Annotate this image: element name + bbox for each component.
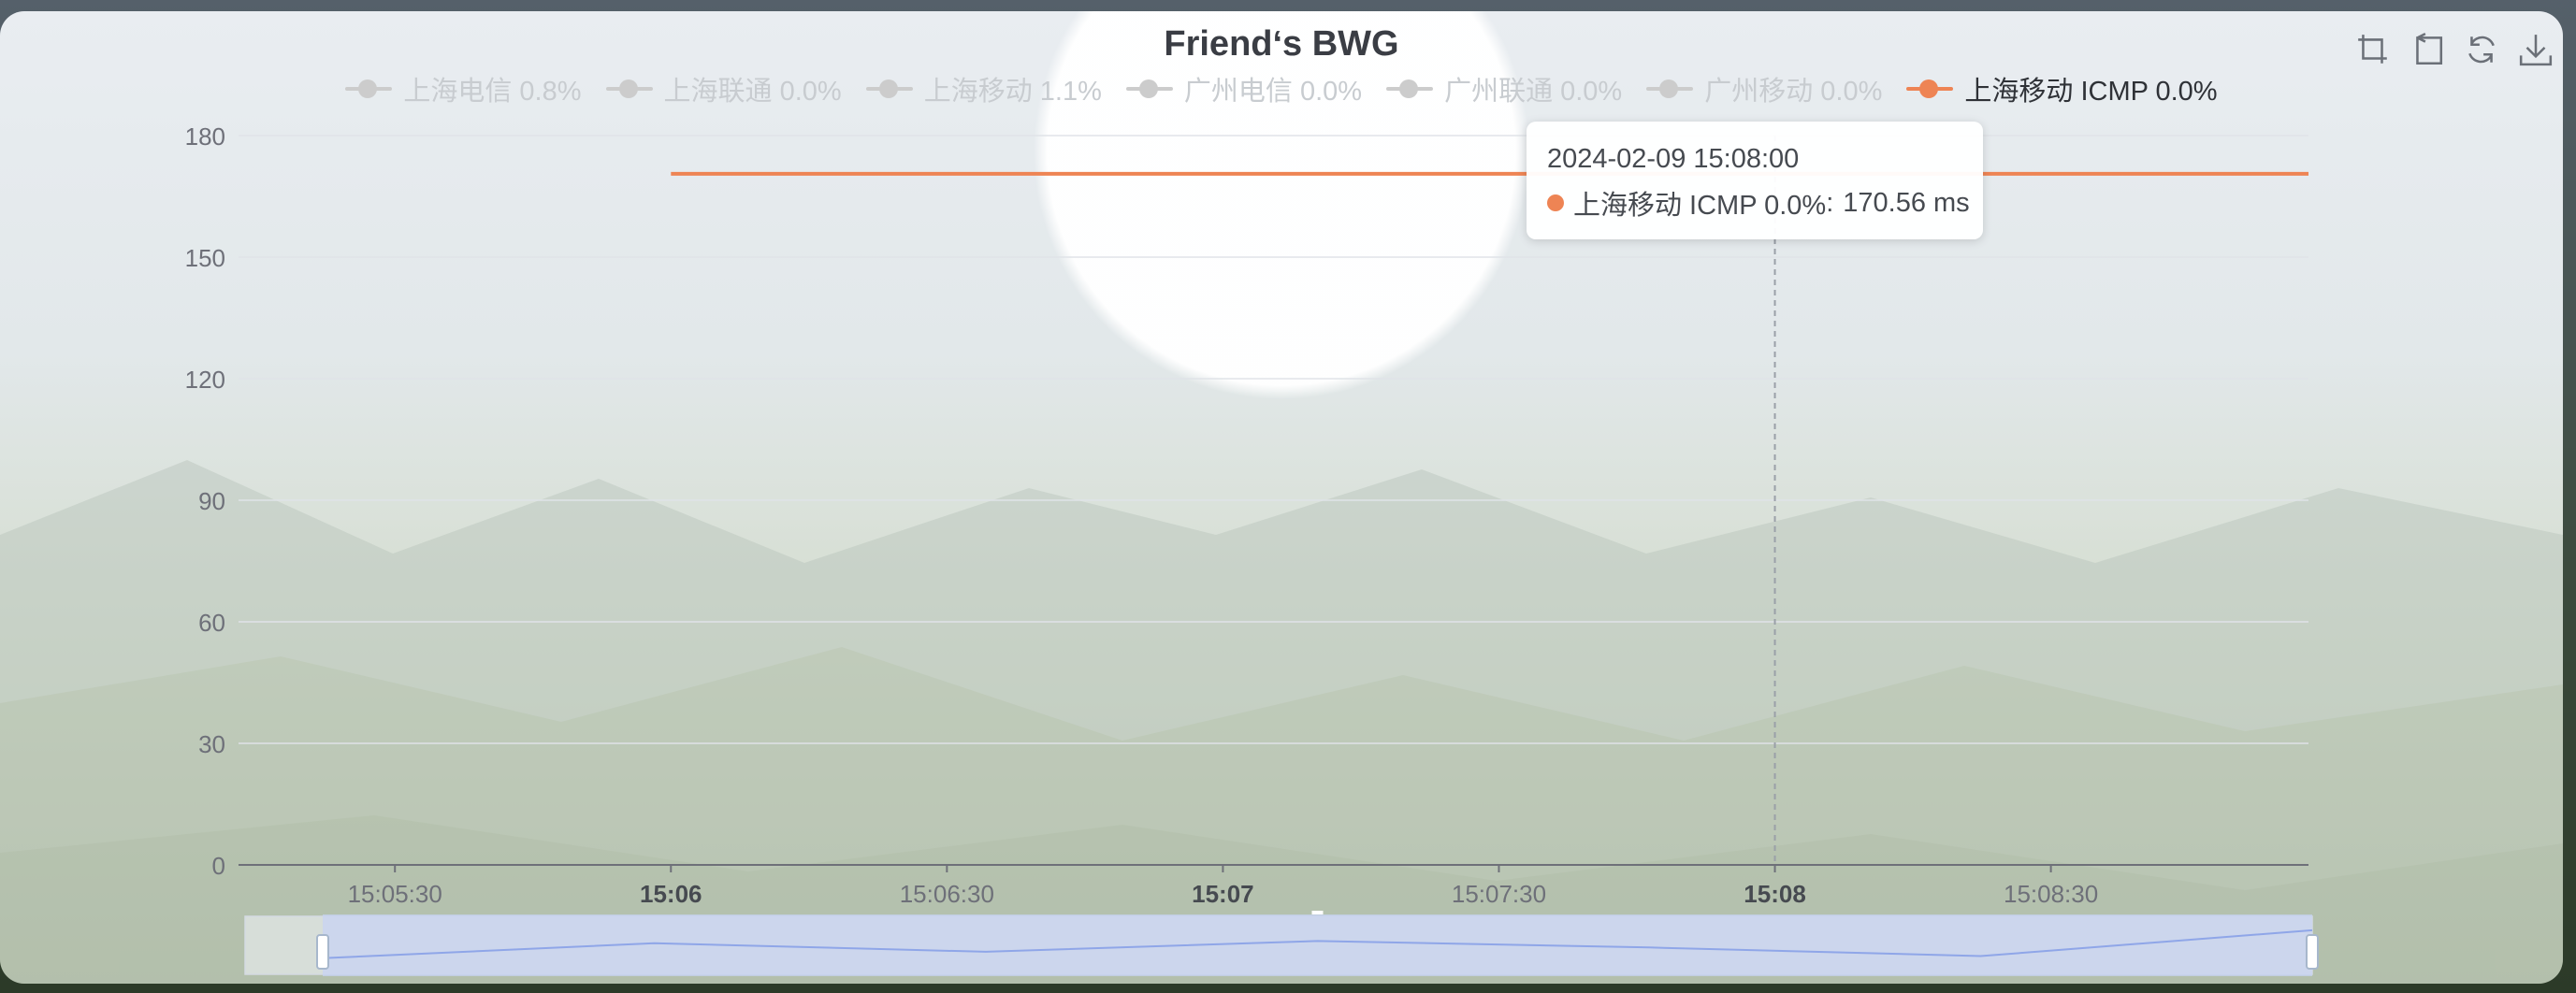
y-tick-label: 60 [198,609,225,637]
legend-label: 上海移动 1.1% [923,77,1102,107]
x-tick-label: 15:06 [640,880,702,908]
legend-item[interactable]: 广州联通 0.0% [1386,69,1622,108]
data-zoom-start-handle[interactable] [316,934,329,970]
tooltip-colon: : [1826,187,1834,218]
legend-marker-icon [1125,79,1173,99]
legend-marker-icon [605,79,653,99]
download-icon[interactable] [2518,32,2554,67]
y-tick-label: 150 [185,244,225,272]
legend-label: 广州联通 0.0% [1444,77,1623,107]
legend-item[interactable]: 上海联通 0.0% [605,69,842,108]
tooltip-title: 2024-02-09 15:08:00 [1547,144,1800,174]
chart-toolbox [2355,32,2554,67]
x-tick-label: 15:08:30 [2004,880,2098,908]
legend-item[interactable]: 上海移动 ICMP 0.0% [1906,69,2218,108]
y-tick-label: 90 [198,487,225,515]
legend-marker-icon [865,79,913,99]
data-zoom-move-handle[interactable] [1311,911,1324,914]
legend-label: 广州移动 0.0% [1704,77,1883,107]
data-zoom-end-handle[interactable] [2306,934,2319,970]
legend-marker-icon [345,79,393,99]
chart-title: Friend‘s BWG [1164,24,1399,64]
legend-label: 上海联通 0.0% [663,77,842,107]
x-tick-label: 15:08 [1744,880,1806,908]
tooltip-series-name: 上海移动 ICMP 0.0% [1573,191,1827,221]
legend-item[interactable]: 广州移动 0.0% [1646,69,1882,108]
legend-item[interactable]: 上海电信 0.8% [345,69,582,108]
legend-label: 上海移动 ICMP 0.0% [1964,77,2218,107]
legend-marker-icon [1386,79,1434,99]
legend-label: 广州电信 0.0% [1183,77,1363,107]
y-tick-label: 0 [212,852,225,880]
x-tick-label: 15:07 [1192,880,1254,908]
legend-item[interactable]: 上海移动 1.1% [865,69,1102,108]
y-tick-label: 120 [185,366,225,394]
legend-marker-icon [1906,79,1954,99]
legend-marker-icon [1646,79,1694,99]
chart-card: 0 30 60 90 120 150 180 15:05:30 15:06 15:06:30 15:… [0,11,2563,984]
y-tick-label: 30 [198,730,225,758]
line-chart: 0 30 60 90 120 150 180 15:05:30 15:06 15:06:30 15:… [185,122,2319,976]
zoom-select-icon[interactable] [2355,32,2391,67]
x-tick-label: 15:06:30 [900,880,994,908]
legend-label: 上海电信 0.8% [403,77,582,107]
chart-tooltip: 2024-02-09 15:08:00 上海移动 ICMP 0.0%: 170.… [1527,122,1983,239]
tooltip-series-dot [1547,194,1564,211]
y-tick-label: 180 [185,122,225,151]
x-tick-label: 15:07:30 [1452,880,1546,908]
legend-item[interactable]: 广州电信 0.0% [1125,69,1363,108]
zoom-back-icon[interactable] [2410,32,2445,67]
restore-icon[interactable] [2464,32,2499,67]
x-tick-label: 15:05:30 [348,880,442,908]
tooltip-value: 170.56 ms [1843,187,1970,218]
tooltip-row: 上海移动 ICMP 0.0%: 170.56 ms [1547,183,1970,223]
legend: 上海电信 0.8% 上海联通 0.0% 上海移动 1.1% 广州电信 0.0% 广州联通… [0,69,2563,108]
